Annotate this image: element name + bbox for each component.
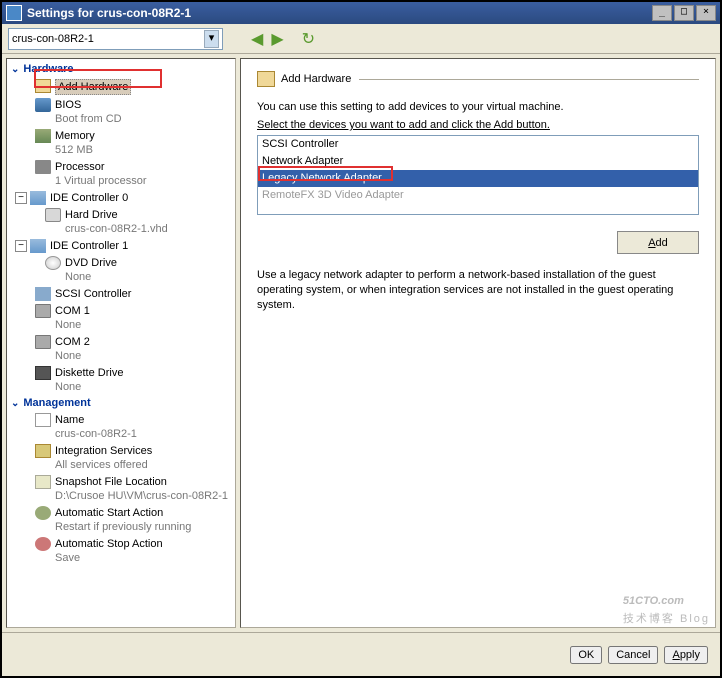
tree-autostop[interactable]: Automatic Stop ActionSave	[7, 535, 235, 566]
nav-back-icon[interactable]: ◀	[251, 29, 263, 49]
window-title: Settings for crus-con-08R2-1	[27, 6, 650, 20]
snapshot-icon	[35, 475, 51, 489]
panel-title: Add Hardware	[281, 73, 351, 85]
dialog-buttons: OK Cancel Apply	[2, 632, 720, 676]
start-action-icon	[35, 506, 51, 520]
vm-selector-value: crus-con-08R2-1	[12, 33, 204, 45]
toolbar: crus-con-08R2-1 ▾ ◀ ▶ ↻	[2, 24, 720, 54]
diskette-icon	[35, 366, 51, 380]
device-option-legacy-network[interactable]: Legacy Network Adapter	[258, 170, 698, 187]
management-section: ⌄ Management	[7, 395, 235, 411]
window-icon	[6, 5, 22, 21]
close-button[interactable]: ×	[696, 5, 716, 21]
com-port-icon	[35, 304, 51, 318]
stop-action-icon	[35, 537, 51, 551]
device-list[interactable]: SCSI Controller Network Adapter Legacy N…	[257, 135, 699, 215]
tree-hdd[interactable]: Hard Drivecrus-con-08R2-1.vhd	[7, 206, 235, 237]
cancel-button[interactable]: Cancel	[608, 646, 658, 664]
add-hardware-icon	[35, 79, 51, 93]
memory-icon	[35, 129, 51, 143]
tree-integration[interactable]: Integration ServicesAll services offered	[7, 442, 235, 473]
bios-icon	[35, 98, 51, 112]
hardware-section: ⌄ Hardware	[7, 61, 235, 77]
hard-drive-icon	[45, 208, 61, 222]
expander-icon[interactable]: −	[15, 192, 27, 204]
tree-snapshot[interactable]: Snapshot File LocationD:\Crusoe HU\VM\cr…	[7, 473, 235, 504]
tree-processor[interactable]: Processor1 Virtual processor	[7, 158, 235, 189]
tree-memory[interactable]: Memory512 MB	[7, 127, 235, 158]
com-port-icon	[35, 335, 51, 349]
instruction-text: Select the devices you want to add and c…	[257, 119, 699, 131]
right-panel: Add Hardware You can use this setting to…	[240, 58, 716, 628]
device-option-remotefx[interactable]: RemoteFX 3D Video Adapter	[258, 187, 698, 204]
expander-icon[interactable]: −	[15, 240, 27, 252]
tree-ide0[interactable]: − IDE Controller 0	[7, 189, 235, 206]
tree-com2[interactable]: COM 2None	[7, 333, 235, 364]
device-option-network[interactable]: Network Adapter	[258, 153, 698, 170]
dvd-icon	[45, 256, 61, 270]
tree-autostart[interactable]: Automatic Start ActionRestart if previou…	[7, 504, 235, 535]
panel-header: Add Hardware	[257, 71, 699, 87]
tree-add-hardware[interactable]: Add Hardware	[7, 77, 235, 96]
intro-text: You can use this setting to add devices …	[257, 99, 699, 115]
tree-bios[interactable]: BIOSBoot from CD	[7, 96, 235, 127]
tree-ide1[interactable]: − IDE Controller 1	[7, 237, 235, 254]
add-button[interactable]: Add	[617, 231, 699, 254]
nav-forward-icon[interactable]: ▶	[271, 29, 283, 49]
ide-icon	[30, 191, 46, 205]
vm-selector[interactable]: crus-con-08R2-1 ▾	[8, 28, 223, 50]
refresh-icon[interactable]: ↻	[302, 29, 315, 49]
settings-window: Settings for crus-con-08R2-1 _ □ × crus-…	[0, 0, 722, 678]
scsi-icon	[35, 287, 51, 301]
ok-button[interactable]: OK	[570, 646, 602, 664]
tree-name[interactable]: Namecrus-con-08R2-1	[7, 411, 235, 442]
minimize-button[interactable]: _	[652, 5, 672, 21]
titlebar: Settings for crus-con-08R2-1 _ □ ×	[2, 2, 720, 24]
collapse-icon[interactable]: ⌄	[11, 64, 19, 75]
apply-button[interactable]: Apply	[664, 646, 708, 664]
maximize-button[interactable]: □	[674, 5, 694, 21]
integration-icon	[35, 444, 51, 458]
tree-diskette[interactable]: Diskette DriveNone	[7, 364, 235, 395]
name-icon	[35, 413, 51, 427]
ide-icon	[30, 239, 46, 253]
tree-com1[interactable]: COM 1None	[7, 302, 235, 333]
device-option-scsi[interactable]: SCSI Controller	[258, 136, 698, 153]
device-description: Use a legacy network adapter to perform …	[257, 268, 699, 313]
chevron-down-icon[interactable]: ▾	[204, 30, 219, 48]
divider	[359, 79, 699, 80]
processor-icon	[35, 160, 51, 174]
tree-scsi[interactable]: SCSI Controller	[7, 285, 235, 302]
settings-tree: ⌄ Hardware Add Hardware BIOSBoot from CD…	[6, 58, 236, 628]
collapse-icon[interactable]: ⌄	[11, 398, 19, 409]
tree-dvd[interactable]: DVD DriveNone	[7, 254, 235, 285]
add-hardware-icon	[257, 71, 275, 87]
